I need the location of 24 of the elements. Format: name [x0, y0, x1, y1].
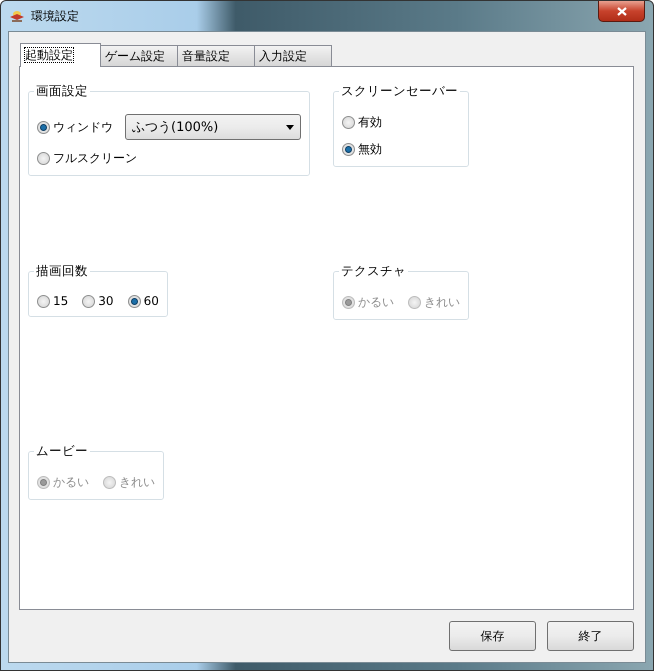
- radio-button[interactable]: フルスクリーン: [37, 150, 137, 167]
- radio-button[interactable]: ウィンドウ: [37, 118, 113, 136]
- app-icon: [9, 8, 25, 24]
- window-title: 環境設定: [31, 8, 79, 24]
- radio-button[interactable]: 有効: [342, 114, 382, 131]
- close-button[interactable]: [598, 1, 645, 22]
- caret-icon: [286, 124, 294, 130]
- tab[interactable]: ゲーム設定: [100, 45, 178, 66]
- radio-button[interactable]: 60: [128, 294, 159, 308]
- tab[interactable]: 入力設定: [254, 45, 332, 66]
- group-title: 画面設定: [35, 83, 89, 100]
- tab[interactable]: 起動設定: [20, 43, 101, 67]
- radio-button[interactable]: 15: [37, 294, 68, 308]
- group-title: 描画回数: [35, 263, 89, 280]
- scale-dropdown[interactable]: ふつう(100%): [125, 114, 301, 140]
- radio-button[interactable]: 無効: [342, 141, 382, 158]
- group-title: スクリーンセーバー: [340, 83, 459, 100]
- dialog-button[interactable]: 保存: [449, 621, 536, 651]
- radio-button[interactable]: 30: [82, 294, 114, 308]
- group-title: テクスチャ: [340, 263, 407, 280]
- tab[interactable]: 音量設定: [177, 45, 255, 66]
- close-icon: [616, 6, 626, 16]
- dialog-button[interactable]: 終了: [547, 621, 634, 651]
- group-title: ムービー: [35, 443, 89, 460]
